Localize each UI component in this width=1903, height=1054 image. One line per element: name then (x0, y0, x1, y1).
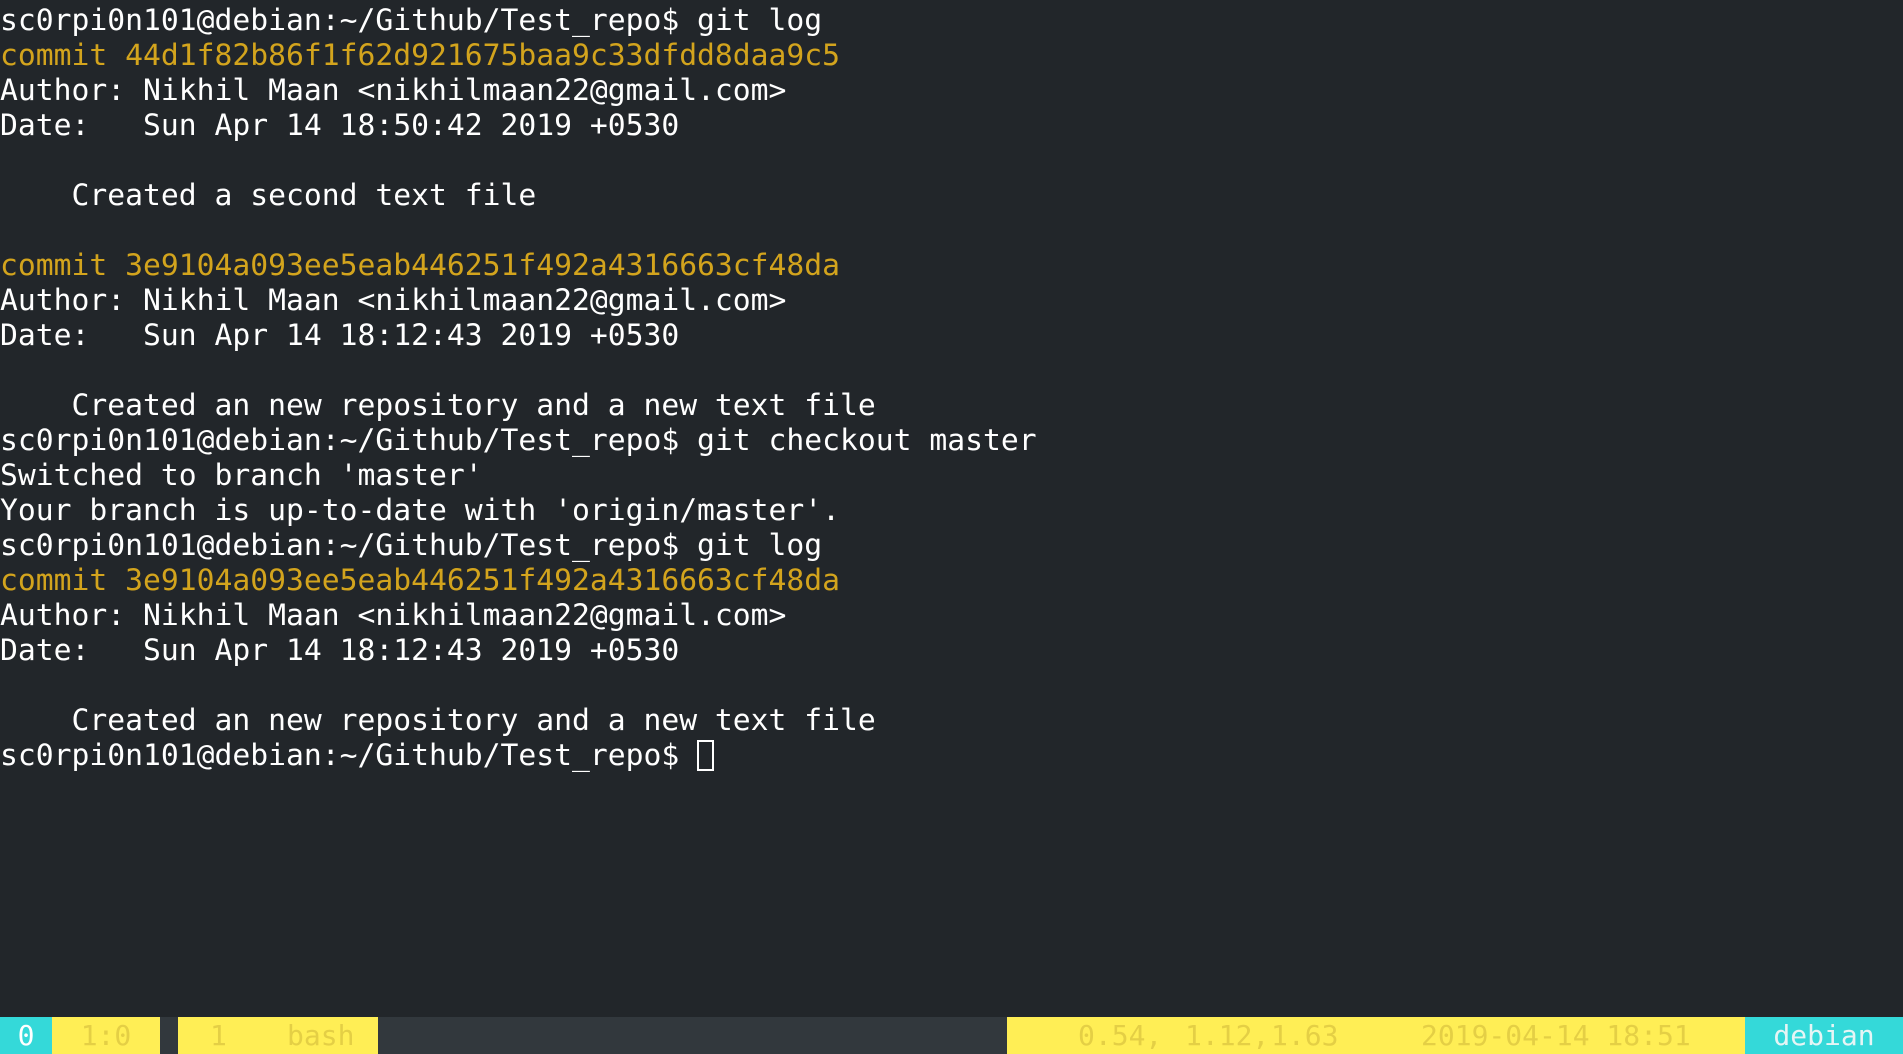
prompt-line: sc0rpi0n101@debian:~/Github/Test_repo$ g… (0, 3, 823, 38)
author-line: Author: Nikhil Maan <nikhilmaan22@gmail.… (0, 73, 787, 108)
active-prompt-line[interactable]: sc0rpi0n101@debian:~/Github/Test_repo$ (0, 738, 1903, 773)
commit-hash-line: commit 3e9104a093ee5eab446251f492a431666… (0, 248, 841, 283)
commit-message-line: Created a second text file (0, 178, 537, 213)
commit-message-line: Created an new repository and a new text… (0, 388, 876, 423)
pane-index: 1:0 (52, 1017, 160, 1054)
prompt-text: sc0rpi0n101@debian:~/Github/Test_repo$ (0, 738, 698, 773)
date-line: Date: Sun Apr 14 18:12:43 2019 +0530 (0, 633, 680, 668)
load-average-15: 1.63 (1271, 1019, 1339, 1052)
window-name: bash (287, 1019, 355, 1052)
session-index[interactable]: 0 (0, 1017, 52, 1054)
author-line: Author: Nikhil Maan <nikhilmaan22@gmail.… (0, 283, 787, 318)
prompt-line: sc0rpi0n101@debian:~/Github/Test_repo$ g… (0, 528, 823, 563)
load-average-5: 1.12, (1185, 1019, 1270, 1052)
window-tab-bash[interactable]: 1 bash (178, 1017, 378, 1054)
date-line: Date: Sun Apr 14 18:50:42 2019 +0530 (0, 108, 680, 143)
prompt-line: sc0rpi0n101@debian:~/Github/Test_repo$ g… (0, 423, 1037, 458)
system-info: 0.54, 1.12, 1.63 2019-04-14 18:51 (1007, 1017, 1747, 1054)
author-line: Author: Nikhil Maan <nikhilmaan22@gmail.… (0, 598, 787, 633)
date-line: Date: Sun Apr 14 18:12:43 2019 +0530 (0, 318, 680, 353)
load-average-1: 0.54, (1078, 1019, 1163, 1052)
hostname: debian (1745, 1017, 1903, 1054)
terminal-output: sc0rpi0n101@debian:~/Github/Test_repo$ g… (0, 3, 1903, 773)
date-time: 2019-04-14 18:51 (1421, 1019, 1691, 1052)
terminal-window[interactable]: sc0rpi0n101@debian:~/Github/Test_repo$ g… (0, 0, 1903, 1054)
output-line: Switched to branch 'master' (0, 458, 483, 493)
window-index: 1 (210, 1019, 227, 1052)
tmux-status-bar: 0 1:0 1 bash 0.54, 1.12, 1.63 2019-04-14… (0, 1017, 1903, 1054)
text-cursor (697, 740, 715, 771)
commit-message-line: Created an new repository and a new text… (0, 703, 876, 738)
output-line: Your branch is up-to-date with 'origin/m… (0, 493, 841, 528)
commit-hash-line: commit 44d1f82b86f1f62d921675baa9c33dfdd… (0, 38, 841, 73)
commit-hash-line: commit 3e9104a093ee5eab446251f492a431666… (0, 563, 841, 598)
